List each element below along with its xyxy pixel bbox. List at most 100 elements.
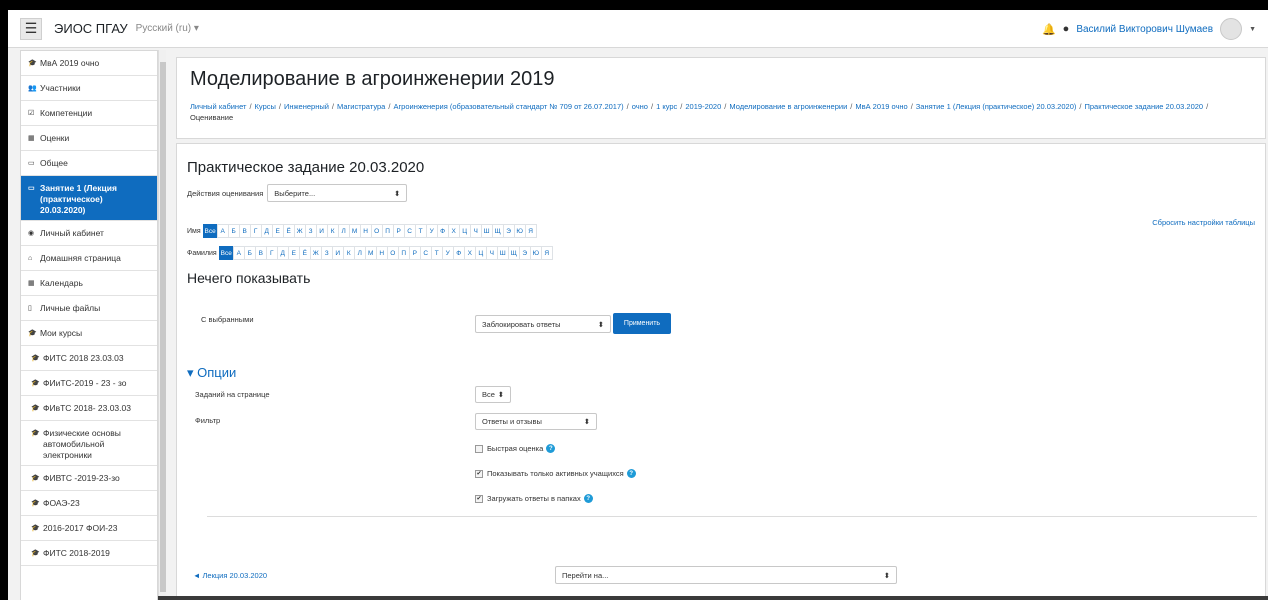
avatar[interactable] [1220, 18, 1243, 40]
breadcrumb-link[interactable]: Магистратура [337, 102, 385, 111]
quick-grading-label[interactable]: Быстрая оценка [487, 444, 543, 453]
sidebar-item[interactable]: ☑ Компетенции [21, 101, 157, 126]
graduation-cap-icon: 🎓 [28, 60, 37, 67]
breadcrumb-link[interactable]: очно [632, 102, 648, 111]
sidebar-item[interactable]: ▯ Личные файлы [21, 296, 157, 321]
language-selector[interactable]: Русский (ru) ▾ [136, 23, 199, 34]
breadcrumb-separator: / [1079, 102, 1082, 111]
breadcrumb-separator: / [249, 102, 252, 111]
sidebar-item-label: Участники [40, 83, 81, 93]
sidebar-item[interactable]: ▦ Календарь [21, 271, 157, 296]
sidebar-item[interactable]: 🎓 ФОАЭ-23 [21, 491, 157, 516]
help-icon[interactable]: ? [583, 494, 593, 503]
last-name-initials-bar: Фамилия Все А Б В Г Д Е Ё Ж З И К Л М Н О П Р С Т У Ф Х Ц Ч Ш Щ Э Ю Я [187, 246, 553, 260]
sidebar-item-label: ФИиТС-2019 - 23 - зо [43, 378, 127, 388]
sidebar-item[interactable]: 🎓 МвА 2019 очно [21, 51, 157, 76]
help-icon[interactable]: ? [546, 444, 556, 453]
breadcrumb-separator: / [626, 102, 629, 111]
breadcrumb-separator: / [910, 102, 913, 111]
active-only-label[interactable]: Показывать только активных учащихся [487, 469, 624, 478]
bulk-action-value: Заблокировать ответы [482, 319, 561, 329]
sidebar-scrollbar[interactable] [158, 50, 166, 600]
dashboard-icon: ◉ [28, 230, 35, 237]
sidebar-item-label: Мои курсы [40, 328, 83, 338]
filter-label: Фильтр [195, 416, 221, 425]
sidebar-item-label: ФИТС 2018 23.03.03 [43, 353, 124, 363]
sidebar-item[interactable]: 🎓 Физические основы автомобильной электро… [21, 421, 157, 466]
breadcrumb-link[interactable]: Практическое задание 20.03.2020 [1084, 102, 1203, 111]
previous-activity-link[interactable]: ◄ Лекция 20.03.2020 [193, 571, 267, 580]
select-arrow-icon: ⬍ [394, 188, 401, 198]
first-name-filter-label: Имя [187, 227, 201, 235]
breadcrumb-link[interactable]: Агроинженерия (образовательный стандарт … [393, 102, 623, 111]
reset-table-link[interactable]: Сбросить настройки таблицы [1152, 218, 1255, 227]
first-name-filter-all[interactable]: Все [202, 224, 218, 238]
page-header: Моделирование в агроинженерии 2019 Личны… [176, 57, 1266, 139]
sidebar-item[interactable]: 🎓 2016-2017 ФОИ-23 [21, 516, 157, 541]
sidebar-item[interactable]: 🎓 ФИТС 2018 23.03.03 [21, 346, 157, 371]
breadcrumb-link[interactable]: 2019-2020 [685, 102, 721, 111]
breadcrumb-separator: / [1206, 102, 1209, 111]
breadcrumb-link[interactable]: МвА 2019 очно [855, 102, 907, 111]
per-page-label: Заданий на странице [195, 390, 270, 399]
assignment-title: Практическое задание 20.03.2020 [187, 159, 425, 176]
filter-select[interactable]: Ответы и отзывы ⬍ [475, 413, 597, 430]
horizontal-scrollbar[interactable] [158, 596, 1268, 600]
sidebar-item-label: ФИвТС 2018- 23.03.03 [43, 403, 131, 413]
breadcrumb-link[interactable]: Моделирование в агроинженерии [729, 102, 847, 111]
sidebar-item[interactable]: ◉ Личный кабинет [21, 221, 157, 246]
sidebar-item[interactable]: 🎓 ФИТС 2018-2019 [21, 541, 157, 566]
sidebar-item[interactable]: 🎓 ФИиТС-2019 - 23 - зо [21, 371, 157, 396]
quick-grading-checkbox[interactable] [475, 444, 483, 453]
site-name[interactable]: ЭИОС ПГАУ [54, 21, 128, 36]
graduation-cap-icon: 🎓 [31, 525, 40, 532]
first-name-filter-letter[interactable]: Я [524, 224, 537, 238]
chevron-down-icon[interactable]: ▼ [1249, 26, 1256, 33]
home-icon: ⌂ [28, 255, 33, 262]
sidebar-item[interactable]: ⌂ Домашняя страница [21, 246, 157, 271]
jump-to-select[interactable]: Перейти на... ⬍ [555, 566, 897, 584]
sidebar-item[interactable]: 🎓 ФИвТС 2018- 23.03.03 [21, 396, 157, 421]
breadcrumb-link[interactable]: Личный кабинет [190, 102, 246, 111]
breadcrumb-link[interactable]: Инженерный [284, 102, 329, 111]
sidebar-item[interactable]: ▭ Общее [21, 151, 157, 176]
active-only-checkbox[interactable]: ✔ [475, 469, 483, 478]
options-section-toggle[interactable]: ▾ Опции [187, 365, 236, 381]
last-name-filter-letter[interactable]: Я [540, 246, 553, 260]
breadcrumb-link[interactable]: 1 курс [656, 102, 677, 111]
breadcrumb-separator: / [278, 102, 281, 111]
sidebar-item[interactable]: 🎓 ФИВТС -2019-23-зо [21, 466, 157, 491]
graduation-cap-icon: 🎓 [31, 500, 40, 507]
apply-button[interactable]: Применить [613, 313, 671, 334]
sidebar-item-label: ФИТС 2018-2019 [43, 548, 110, 558]
download-folders-option: ✔ Загружать ответы в папках ? [475, 494, 593, 503]
sidebar-item[interactable]: ▭ Занятие 1 (Лекция (практическое) 20.03.… [21, 176, 157, 221]
grading-actions-select[interactable]: Выберите... ⬍ [267, 184, 408, 202]
last-name-filter-all[interactable]: Все [218, 246, 234, 260]
download-folders-checkbox[interactable]: ✔ [475, 494, 483, 503]
user-name[interactable]: Василий Викторович Шумаев [1076, 24, 1213, 35]
help-icon[interactable]: ? [626, 469, 636, 478]
sidebar-item-label: Компетенции [40, 108, 93, 118]
breadcrumb: Личный кабинет / Курсы / Инженерный / Магистра… [190, 101, 1250, 123]
grading-actions-row: Действия оценивания Выберите... ⬍ [187, 184, 408, 202]
bell-icon[interactable]: 🔔 [1042, 23, 1056, 36]
breadcrumb-link[interactable]: Занятие 1 (Лекция (практическое) 20.03.2… [916, 102, 1077, 111]
sidebar-item[interactable]: 🎓 Мои курсы [21, 321, 157, 346]
top-navbar: ☰ ЭИОС ПГАУ Русский (ru) ▾ 🔔 ● Василий В… [8, 10, 1268, 48]
breadcrumb-link[interactable]: Курсы [255, 102, 276, 111]
per-page-select[interactable]: Все ⬍ [475, 386, 511, 403]
nav-drawer: 🎓 МвА 2019 очно 👥 Участники ☑ Компетенции ▦ Оце… [20, 50, 158, 600]
chat-icon[interactable]: ● [1063, 23, 1070, 35]
breadcrumb-separator: / [650, 102, 654, 111]
breadcrumb-separator: / [331, 102, 335, 111]
download-folders-label[interactable]: Загружать ответы в папках [487, 494, 581, 503]
bulk-action-select[interactable]: Заблокировать ответы ⬍ [475, 315, 611, 333]
sidebar-item[interactable]: 👥 Участники [21, 76, 157, 101]
menu-toggle-icon[interactable]: ☰ [20, 17, 42, 40]
users-icon: 👥 [28, 85, 37, 92]
scrollbar-thumb[interactable] [160, 62, 166, 592]
sidebar-item-label: Календарь [40, 278, 83, 288]
graduation-cap-icon: 🎓 [31, 405, 40, 412]
sidebar-item[interactable]: ▦ Оценки [21, 126, 157, 151]
